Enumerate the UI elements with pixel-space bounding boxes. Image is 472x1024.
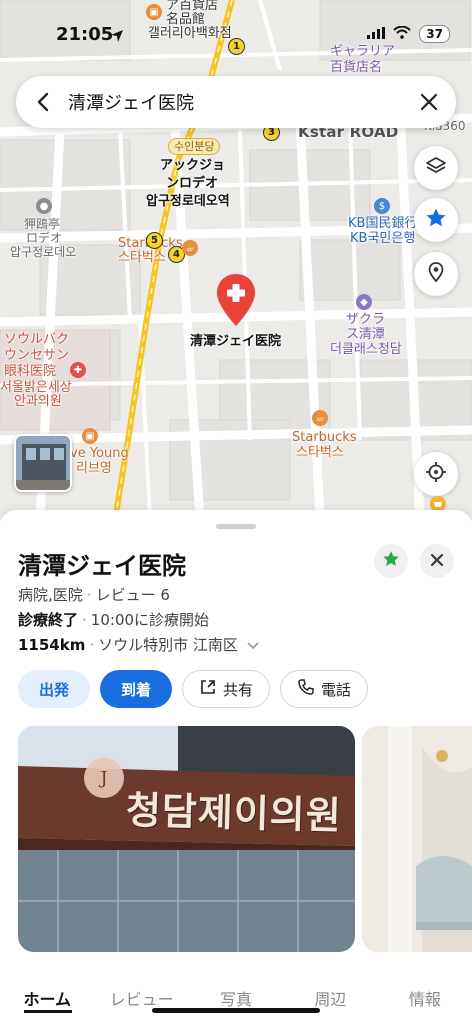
photo-sign-text: 청담제이의원 [125, 788, 343, 838]
building-poi-icon: ◆ [356, 294, 372, 310]
map-label-clinic: 清潭ジェイ医院 [190, 334, 282, 349]
layers-icon [425, 155, 447, 181]
close-icon [430, 552, 444, 571]
next-open-time: 10:00に診療開始 [90, 611, 210, 629]
call-label: 電話 [321, 680, 352, 699]
place-photo-secondary[interactable] [362, 726, 472, 952]
place-photo-main[interactable]: J 청담제이의원 [18, 726, 355, 952]
open-status: 診療終了 [18, 611, 79, 629]
shopping-poi-icon: ▣ [82, 428, 98, 444]
map-label-clas-jp1: ザクラ [346, 312, 386, 327]
status-time: 21:05 [56, 24, 114, 45]
favorites-button[interactable] [414, 198, 458, 242]
map-view[interactable]: 21:05 37 ▣ ア百貨店 名品館 갤러리아백화점 1 ギャラリア 百貨店名… [0, 0, 472, 520]
depart-button[interactable]: 出発 [18, 670, 90, 708]
phone-icon [297, 678, 315, 700]
distance-text: 1154km [18, 636, 86, 654]
svg-text:J: J [98, 768, 107, 789]
favorite-button[interactable] [374, 544, 408, 578]
tab-reviews[interactable]: レビュー [94, 984, 188, 1024]
search-query[interactable]: 清潭ジェイ医院 [68, 89, 416, 115]
action-buttons: 出発 到着 共有 電話 [18, 670, 369, 708]
map-label-seoul-jp3: 眼科医院 [4, 364, 57, 379]
wifi-icon [393, 24, 411, 43]
share-icon [199, 678, 217, 700]
map-label-galleria-jp: ギャラリア [330, 44, 396, 59]
tab-home[interactable]: ホーム [0, 984, 94, 1024]
map-label-starbucks2-kr: 스타벅스 [296, 445, 344, 460]
metro-exit-badge: 1 [228, 38, 245, 55]
map-label-starbucks1-kr: 스타벅스 [118, 250, 166, 265]
tab-nearby[interactable]: 周辺 [283, 984, 377, 1024]
location-pin-icon [425, 261, 447, 287]
my-location-button[interactable] [414, 452, 458, 496]
chevron-down-icon [247, 636, 259, 654]
hospital-poi-icon: ✚ [70, 362, 86, 378]
hours-line: 診療終了 · 10:00に診療開始 [18, 611, 210, 629]
home-indicator[interactable] [152, 1008, 320, 1013]
map-label-kb-kr: KB국민은행 [350, 231, 416, 246]
place-poi-icon: ● [36, 198, 52, 214]
saved-place-button[interactable] [414, 252, 458, 296]
map-label-oliveyoung-kr: 리브영 [76, 461, 112, 476]
map-label-clas-kr: 더클래스청담 [330, 342, 402, 357]
shopping-poi-icon: ▣ [146, 4, 162, 20]
place-title: 清潭ジェイ医院 [18, 552, 186, 580]
map-label-galleria-kr: 갤러리아백화점 [148, 26, 232, 41]
active-tab-indicator [24, 1010, 72, 1013]
category-text: 病院,医院 [18, 586, 83, 604]
map-label-clas-jp2: ス清潭 [346, 327, 386, 342]
tab-info[interactable]: 情報 [378, 984, 472, 1024]
review-count[interactable]: レビュー 6 [96, 586, 170, 604]
battery-indicator: 37 [419, 24, 450, 43]
star-icon [382, 550, 400, 572]
sheet-grabber[interactable] [216, 524, 256, 529]
close-sheet-button[interactable] [420, 544, 454, 578]
star-icon [425, 207, 447, 233]
street-view-thumbnail[interactable] [14, 434, 72, 492]
map-label-station-jp2: ンロデオ [166, 176, 219, 191]
close-icon[interactable] [416, 89, 442, 115]
arrive-button[interactable]: 到着 [100, 670, 172, 708]
map-label-starbucks2-jp: Starbucks [292, 430, 357, 445]
location-arrow-icon [110, 28, 124, 47]
map-label-seoul-kr2: 안과의원 [14, 394, 62, 409]
back-arrow-icon[interactable] [30, 89, 56, 115]
layers-button[interactable] [414, 146, 458, 190]
address-line[interactable]: 1154km · ソウル特別市 江南区 [18, 634, 259, 655]
map-label-oliveyoung-jp: ve Young [70, 446, 129, 461]
crosshair-icon [425, 461, 447, 487]
station-line-tag: 수인분당 [168, 138, 221, 155]
address-text: ソウル特別市 江南区 [98, 636, 238, 654]
share-label: 共有 [223, 680, 254, 699]
search-bar[interactable]: 清潭ジェイ医院 [16, 76, 456, 128]
category-line: 病院,医院 · レビュー 6 [18, 586, 170, 604]
map-label-seoul-jp1: ソウルバク [4, 332, 70, 347]
signal-icon [367, 24, 386, 43]
clinic-map-pin[interactable] [215, 272, 257, 332]
share-button[interactable]: 共有 [182, 670, 271, 708]
map-label-apgujeong-kr: 압구정로데오 [10, 245, 77, 259]
map-label-kb-jp: KB国民銀行 [348, 216, 418, 231]
bank-poi-icon: $ [374, 198, 390, 214]
status-indicators: 37 [367, 24, 450, 43]
place-detail-sheet[interactable]: 清潭ジェイ医院 病院,医院 · レビュー 6 診療終了 · 10:00に診療開始 115… [0, 510, 472, 1024]
cafe-poi-icon: ☕ [182, 240, 198, 256]
tab-photos[interactable]: 写真 [189, 984, 283, 1024]
metro-exit-badge: 5 [146, 232, 163, 249]
map-label-galleria-jp2: 百貨店名 [330, 60, 383, 75]
detail-tabs: ホーム レビュー 写真 周辺 情報 [0, 984, 472, 1024]
call-button[interactable]: 電話 [280, 670, 369, 708]
map-label-seoul-jp2: ウンセサン [4, 348, 70, 363]
cafe-poi-icon: ☕ [312, 410, 328, 426]
map-label-station-kr: 압구정로데오역 [146, 194, 230, 209]
map-label-station-jp1: アックジョ [160, 158, 226, 173]
